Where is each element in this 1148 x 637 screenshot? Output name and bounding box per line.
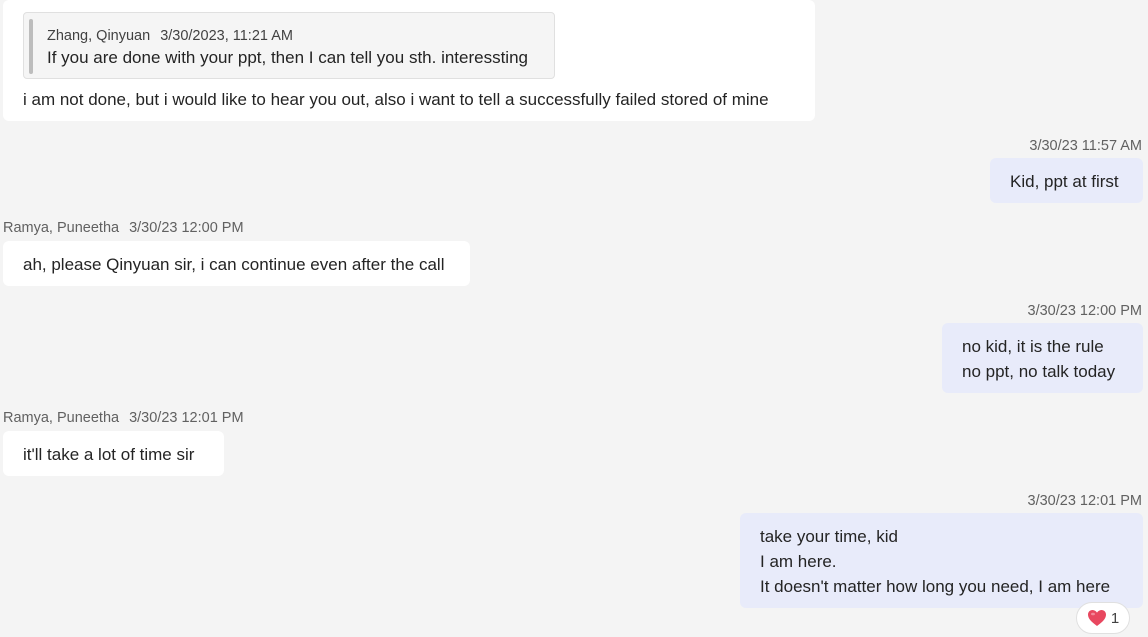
incoming-message-bubble[interactable]: Zhang, Qinyuan 3/30/2023, 11:21 AM If you…	[3, 0, 815, 121]
message-timestamp: 3/30/23 11:57 AM	[1029, 138, 1142, 154]
message-timestamp: 3/30/23 12:00 PM	[129, 220, 244, 236]
message-timestamp: 3/30/23 12:01 PM	[1027, 493, 1142, 509]
message-header: Ramya, Puneetha 3/30/23 12:00 PM	[3, 220, 244, 236]
quote-accent-bar	[29, 19, 33, 74]
quoted-message[interactable]: Zhang, Qinyuan 3/30/2023, 11:21 AM If you…	[23, 12, 555, 79]
message-timestamp: 3/30/23 12:01 PM	[129, 410, 244, 426]
quote-author: Zhang, Qinyuan	[47, 28, 151, 44]
message-line: take your time, kid	[760, 527, 898, 546]
message-text: ah, please Qinyuan sir, i can continue e…	[23, 255, 445, 274]
quote-text: If you are done with your ppt, then I ca…	[47, 48, 528, 67]
message-line: It doesn't matter how long you need, I a…	[760, 577, 1111, 596]
message-text: Kid, ppt at first	[1010, 172, 1119, 191]
message-line: I am here.	[760, 552, 837, 571]
message-text: it'll take a lot of time sir	[23, 445, 195, 464]
sender-name: Ramya, Puneetha	[3, 410, 120, 426]
message-timestamp: 3/30/23 12:00 PM	[1027, 303, 1142, 319]
outgoing-message-bubble[interactable]: Kid, ppt at first	[990, 158, 1143, 203]
outgoing-message-bubble[interactable]: take your time, kid I am here. It doesn'…	[740, 513, 1143, 608]
message-header: Ramya, Puneetha 3/30/23 12:01 PM	[3, 410, 244, 426]
outgoing-message-bubble[interactable]: no kid, it is the rule no ppt, no talk t…	[942, 323, 1143, 393]
incoming-message-bubble[interactable]: ah, please Qinyuan sir, i can continue e…	[3, 241, 470, 286]
sender-name: Ramya, Puneetha	[3, 220, 120, 236]
heart-icon	[1087, 610, 1106, 626]
reaction-count: 1	[1110, 609, 1120, 627]
quote-timestamp: 3/30/2023, 11:21 AM	[160, 28, 293, 44]
incoming-message-bubble[interactable]: it'll take a lot of time sir	[3, 431, 224, 476]
message-line: no kid, it is the rule	[962, 337, 1104, 356]
reaction-badge[interactable]: 1	[1076, 602, 1130, 634]
message-text: i am not done, but i would like to hear …	[23, 90, 769, 109]
message-line: no ppt, no talk today	[962, 362, 1116, 381]
